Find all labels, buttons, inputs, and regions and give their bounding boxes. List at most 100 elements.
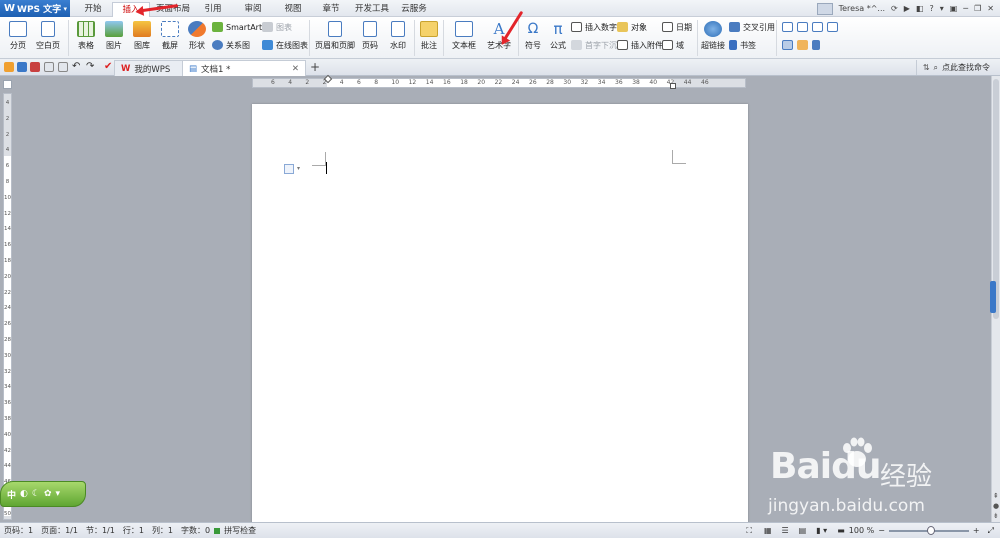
tab-chapter[interactable]: 章节 — [316, 2, 346, 17]
checkbox-control-icon[interactable] — [797, 22, 808, 32]
save-icon[interactable] — [17, 62, 27, 72]
wordart-button[interactable]: A 艺术字 — [483, 19, 515, 51]
right-indent-marker[interactable] — [670, 83, 676, 89]
status-page-number[interactable]: 页码：1 — [0, 525, 37, 536]
field-button[interactable]: 域 — [662, 39, 684, 51]
side-panel-toggle[interactable] — [990, 281, 996, 313]
tab-developer[interactable]: 开发工具 — [352, 2, 392, 17]
pin-icon[interactable]: ✔ — [104, 62, 114, 72]
half-width-icon[interactable]: ◐ — [20, 489, 28, 499]
sync-icon[interactable]: ⟳ — [891, 4, 898, 13]
tab-view[interactable]: 视图 — [278, 2, 308, 17]
play-icon[interactable]: ▶ — [904, 4, 910, 13]
relation-button[interactable]: 关系图 — [212, 39, 250, 51]
zoom-minus-button[interactable]: − — [878, 526, 885, 535]
prev-page-icon[interactable]: ⇞ — [993, 492, 999, 500]
tab-cloud[interactable]: 云服务 — [396, 2, 432, 17]
vertical-scrollbar[interactable]: ⇞ ● ⇟ — [990, 76, 1000, 522]
outline-view-icon[interactable]: ☰ — [782, 526, 789, 535]
user-name[interactable]: Teresa *^... — [839, 4, 885, 13]
horizontal-ruler[interactable]: 6 4 2 2 4 6 8 10 12 14 16 18 20 22 24 26 28 30 32 34 36 38 40 4… — [252, 74, 746, 89]
reading-view-icon[interactable]: ▮ ▾ — [816, 526, 827, 535]
status-row[interactable]: 行：1 — [119, 525, 148, 536]
hyperlink-button[interactable]: 超链接 — [700, 19, 726, 51]
status-spell-check[interactable]: 拼写检查 — [220, 525, 260, 536]
shape-button[interactable]: 形状 — [185, 19, 209, 51]
attachment-button[interactable]: 插入附件 — [617, 39, 663, 51]
doc-tab-document1[interactable]: ▤ 文档1 * ✕ — [182, 60, 306, 76]
zoom-level[interactable]: 100 % — [845, 526, 878, 535]
help-icon[interactable]: ? — [929, 4, 933, 13]
select-browse-icon[interactable]: ● — [993, 502, 999, 510]
ruler-toggle[interactable] — [3, 80, 12, 89]
gear-icon[interactable]: ✿ — [44, 489, 52, 499]
next-page-icon[interactable]: ⇟ — [993, 512, 999, 520]
paste-options-icon[interactable] — [284, 164, 294, 174]
shirt-icon[interactable]: ▾ — [56, 489, 61, 499]
smartart-button[interactable]: SmartArt — [212, 21, 262, 33]
panel-icon[interactable]: ⇅ — [923, 63, 930, 72]
find-command-box[interactable]: ⇅ ⌕ 点此查找命令 — [915, 60, 996, 75]
page-view-icon[interactable]: ▦ — [764, 526, 772, 535]
tab-review[interactable]: 审阅 — [238, 2, 268, 17]
zoom-slider[interactable] — [888, 525, 969, 535]
minimize-icon[interactable]: ─ — [963, 4, 968, 13]
cross-ref-button[interactable]: 交叉引用 — [729, 21, 775, 33]
date-control-icon[interactable] — [827, 22, 838, 32]
chevron-down-icon[interactable]: ▾ — [297, 165, 300, 172]
blank-page-button[interactable]: 空白页 — [33, 19, 63, 51]
first-sink-button[interactable]: 首字下沉 — [571, 39, 617, 51]
ime-mode-label[interactable]: 中 — [7, 488, 16, 501]
tab-home[interactable]: 开始 — [78, 2, 108, 17]
zoom-out-icon[interactable]: ▬ — [837, 526, 845, 535]
web-view-icon[interactable]: ▤ — [799, 526, 807, 535]
print-icon[interactable] — [30, 62, 40, 72]
focus-mode-icon[interactable]: ⛶ — [746, 526, 752, 536]
zoom-slider-thumb[interactable] — [926, 525, 935, 535]
document-page[interactable]: ▾ — [252, 104, 748, 524]
zoom-plus-button[interactable]: + — [973, 526, 980, 535]
redo-icon[interactable]: ↷ — [86, 62, 96, 72]
fit-window-icon[interactable]: ⤢ — [988, 526, 994, 536]
dropdown-control-icon[interactable] — [812, 22, 823, 32]
picture-button[interactable]: 图片 — [102, 19, 126, 51]
page-number-button[interactable]: 页码 — [358, 19, 382, 51]
object-button[interactable]: 对象 — [617, 21, 647, 33]
gallery-button[interactable]: 图库 — [130, 19, 154, 51]
chart-button[interactable]: 图表 — [262, 21, 292, 33]
watermark-button[interactable]: 水印 — [386, 19, 410, 51]
form-icon[interactable] — [782, 22, 793, 32]
status-words[interactable]: 字数：0 — [177, 525, 214, 536]
moon-icon[interactable]: ☾ — [32, 489, 40, 499]
status-section[interactable]: 节：1/1 — [82, 525, 119, 536]
undo-icon[interactable]: ↶ — [72, 62, 82, 72]
skin-icon[interactable]: ◧ — [916, 4, 924, 13]
chevron-down-icon[interactable]: ▾ — [940, 4, 944, 13]
textbox-button[interactable]: 文本框 — [448, 19, 480, 51]
lock-icon[interactable] — [812, 40, 820, 50]
table-button[interactable]: 表格 — [74, 19, 98, 51]
tab-references[interactable]: 引用 — [198, 2, 228, 17]
vertical-ruler[interactable]: 4 2 2 4 6 8 10 12 14 16 18 20 22 24 26 28 30 32 34 36 38 40 42… — [3, 93, 12, 520]
date-button[interactable]: 日期 — [662, 21, 692, 33]
status-page[interactable]: 页面：1/1 — [37, 525, 82, 536]
ime-toolbar[interactable]: 中 ◐ ☾ ✿ ▾ — [0, 481, 86, 507]
print-preview-icon[interactable] — [44, 62, 54, 72]
status-col[interactable]: 列：1 — [148, 525, 177, 536]
export-icon[interactable] — [58, 62, 68, 72]
bookmark-button[interactable]: 书签 — [729, 39, 756, 51]
field-shading-icon[interactable] — [782, 40, 793, 50]
symbol-button[interactable]: Ω 符号 — [521, 19, 545, 51]
insert-number-button[interactable]: 插入数字 — [571, 21, 617, 33]
new-tab-button[interactable]: + — [310, 60, 320, 74]
page-break-button[interactable]: 分页 — [5, 19, 31, 51]
formula-button[interactable]: π 公式 — [547, 19, 569, 51]
close-icon[interactable]: ✕ — [292, 64, 299, 74]
restore-panel-icon[interactable]: ▣ — [950, 4, 958, 13]
screenshot-button[interactable]: 截屏 — [158, 19, 182, 51]
comment-button[interactable]: 批注 — [418, 19, 440, 51]
user-avatar[interactable] — [816, 2, 833, 15]
online-chart-button[interactable]: 在线图表 — [262, 39, 308, 51]
app-menu-button[interactable]: W WPS 文字 ▾ — [0, 0, 70, 17]
header-footer-button[interactable]: 页眉和页脚 — [314, 19, 356, 51]
